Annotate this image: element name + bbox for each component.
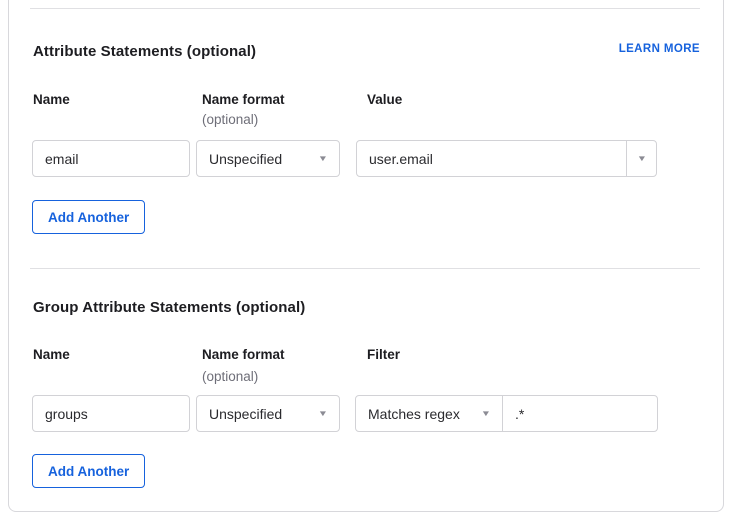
column-hint-optional: (optional) [202,112,258,127]
add-another-attribute-button[interactable]: Add Another [32,200,145,234]
column-hint-optional: (optional) [202,369,258,384]
group-attribute-name-input[interactable] [32,395,190,432]
settings-card [8,0,724,512]
attribute-value-dropdown-button[interactable]: ▼ [626,141,656,176]
column-header-name: Name [33,347,70,362]
group-attribute-filter-type-value: Matches regex [368,406,460,422]
group-attribute-name-format-select[interactable]: Unspecified ▼ [196,395,340,432]
group-attribute-filter-group: Matches regex ▼ [355,395,658,432]
column-header-filter: Filter [367,347,400,362]
group-attribute-name-format-value: Unspecified [209,406,282,422]
attribute-statements-title: Attribute Statements (optional) [33,43,256,60]
chevron-down-icon: ▼ [318,155,328,163]
group-attribute-filter-value-input[interactable] [503,396,657,431]
section-divider [30,8,700,9]
learn-more-link[interactable]: LEARN MORE [619,43,700,55]
attribute-value-input[interactable] [357,141,626,176]
column-header-name: Name [33,92,70,107]
column-header-name-format: Name format [202,347,285,362]
chevron-down-icon: ▼ [318,410,328,418]
chevron-down-icon: ▼ [636,155,646,163]
attribute-name-format-value: Unspecified [209,151,282,167]
group-attribute-statements-title: Group Attribute Statements (optional) [33,299,305,316]
column-header-name-format: Name format [202,92,285,107]
chevron-down-icon: ▼ [481,410,491,418]
attribute-name-input[interactable] [32,140,190,177]
column-header-value: Value [367,92,402,107]
attribute-name-format-select[interactable]: Unspecified ▼ [196,140,340,177]
add-another-group-attribute-button[interactable]: Add Another [32,454,145,488]
attribute-value-combobox: ▼ [356,140,657,177]
section-divider [30,268,700,269]
group-attribute-filter-type-select[interactable]: Matches regex ▼ [356,396,503,431]
